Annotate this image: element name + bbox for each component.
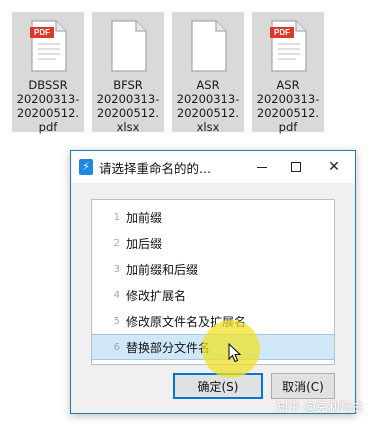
list-item-add-prefix[interactable]: 1 加前缀 [92, 204, 334, 230]
blank-file-icon [188, 20, 228, 72]
item-label: 加后缀 [126, 236, 163, 251]
cancel-button[interactable]: 取消(C) [271, 373, 335, 399]
watermark: 知乎 @克利马古 [276, 400, 364, 414]
ok-button[interactable]: 确定(S) [173, 373, 263, 399]
close-button[interactable]: ✕ [317, 151, 351, 183]
item-label: 加前缀和后缀 [126, 262, 199, 277]
pdf-file-icon: PDF [28, 20, 68, 72]
file-name: ASR 20200313- 20200512. pdf [256, 78, 320, 134]
file-name: DBSSR 20200313- 20200512. pdf [16, 78, 80, 134]
pdf-file-icon: PDF [268, 20, 308, 72]
pdf-badge: PDF [270, 27, 294, 38]
mouse-pointer-icon [228, 342, 242, 367]
list-item-add-suffix[interactable]: 2 加后缀 [92, 230, 334, 256]
file-tile-bfsr-xlsx[interactable]: BFSR 20200313- 20200512. xlsx [92, 12, 164, 134]
file-tile-dbssr-pdf[interactable]: PDF DBSSR 20200313- 20200512. pdf [12, 12, 84, 134]
lightning-app-icon: ⚡ [79, 159, 93, 175]
pdf-badge: PDF [30, 27, 54, 38]
minimize-button[interactable] [245, 151, 279, 183]
maximize-icon [291, 162, 301, 172]
item-number: 2 [113, 237, 120, 249]
list-item-change-extension[interactable]: 4 修改扩展名 [92, 282, 334, 308]
item-label: 加前缀 [126, 210, 163, 225]
list-item-add-prefix-suffix[interactable]: 3 加前缀和后缀 [92, 256, 334, 282]
item-number: 4 [113, 289, 120, 301]
minimize-icon [257, 166, 267, 168]
dialog-title: 请选择重命名的的... [99, 160, 211, 176]
maximize-button[interactable] [279, 151, 313, 183]
item-number: 1 [113, 211, 120, 223]
file-tile-asr-xlsx[interactable]: ASR 20200313- 20200512. xlsx [172, 12, 244, 134]
desktop: PDF DBSSR 20200313- 20200512. pdf BFSR 20200… [0, 0, 384, 426]
item-number: 5 [113, 315, 120, 327]
close-icon: ✕ [328, 159, 340, 175]
item-label: 修改扩展名 [126, 288, 187, 303]
item-number: 3 [113, 263, 120, 275]
file-name: BFSR 20200313- 20200512. xlsx [96, 78, 160, 134]
file-tile-asr-pdf[interactable]: PDF ASR 20200313- 20200512. pdf [252, 12, 324, 134]
dialog-titlebar[interactable]: ⚡ 请选择重命名的的... ✕ [71, 151, 355, 183]
file-name: ASR 20200313- 20200512. xlsx [176, 78, 240, 134]
rename-dialog: ⚡ 请选择重命名的的... ✕ 1 加前缀 2 加后缀 3 加前缀和后缀 4 修… [70, 150, 356, 414]
item-number: 6 [113, 341, 120, 353]
item-label: 替换部分文件名 [126, 340, 211, 355]
blank-file-icon [108, 20, 148, 72]
